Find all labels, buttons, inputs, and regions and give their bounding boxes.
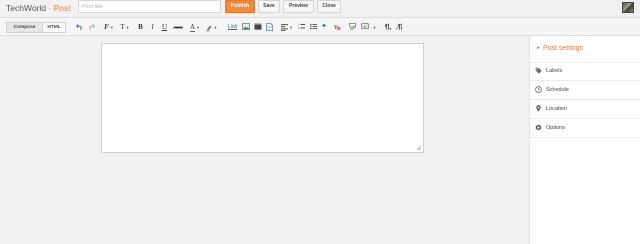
breadcrumb: TechWorld · Post — [6, 3, 71, 13]
sidebar-item-options[interactable]: Options — [530, 119, 640, 138]
gear-icon — [535, 124, 542, 131]
page-name: Post — [53, 3, 71, 13]
chevron-down-icon: ▼ — [109, 25, 114, 30]
post-settings-sidebar: ► Post settings Labels Schedule Location … — [529, 36, 640, 244]
link-button[interactable]: Link — [227, 23, 238, 32]
post-body-editor[interactable] — [101, 43, 424, 153]
redo-icon[interactable] — [87, 23, 95, 32]
font-glyph: F — [104, 23, 109, 32]
sidebar-item-label: Location — [546, 106, 567, 112]
font-size-glyph: T — [120, 23, 125, 32]
preview-button[interactable]: Preview — [283, 0, 314, 13]
chevron-down-icon: ▼ — [213, 25, 218, 30]
post-settings-header[interactable]: ► Post settings — [536, 45, 583, 52]
highlighter-icon — [205, 25, 211, 32]
chevron-down-icon: ▼ — [196, 25, 201, 30]
sidebar-item-label: Schedule — [546, 87, 569, 93]
resize-handle-icon[interactable] — [416, 145, 421, 150]
chevron-down-icon: ▼ — [125, 25, 130, 30]
svg-text:1: 1 — [298, 23, 300, 26]
bold-button[interactable]: B — [137, 23, 144, 32]
chevron-down-icon: ▼ — [289, 25, 293, 30]
underline-button[interactable]: U — [161, 23, 168, 32]
insert-video-icon[interactable] — [254, 23, 262, 32]
post-title-input[interactable] — [78, 0, 221, 13]
editor-content[interactable] — [106, 48, 419, 148]
editor-header: TechWorld · Post Publish Save Preview Cl… — [0, 0, 640, 17]
numbered-list-icon[interactable]: 12 — [297, 23, 305, 32]
align-left-icon — [281, 24, 289, 31]
avatar[interactable] — [622, 2, 634, 13]
sidebar-item-schedule[interactable]: Schedule — [530, 81, 640, 100]
italic-button[interactable]: I — [149, 23, 156, 32]
bullet-list-icon[interactable] — [309, 23, 317, 32]
close-button[interactable]: Close — [317, 0, 341, 13]
save-button[interactable]: Save — [258, 0, 280, 13]
highlight-color-dropdown[interactable]: ▼ — [204, 23, 218, 32]
font-family-dropdown[interactable]: F▼ — [102, 23, 116, 32]
breadcrumb-separator: · — [48, 3, 52, 13]
insert-image-icon[interactable] — [242, 23, 250, 32]
text-color-dropdown[interactable]: A▼ — [188, 23, 202, 33]
blog-name[interactable]: TechWorld — [6, 3, 46, 13]
left-to-right-icon[interactable] — [383, 23, 391, 32]
tab-html[interactable]: HTML — [42, 22, 66, 33]
sidebar-item-label: Labels — [546, 68, 563, 74]
sidebar-item-label: Options — [546, 125, 565, 131]
caret-right-icon: ► — [536, 45, 541, 52]
text-color-glyph: A — [189, 23, 196, 33]
formatting-toolbar: Compose HTML F▼ T▼ B I U ABC A▼ ▼ Link ▼… — [0, 17, 640, 36]
tab-compose[interactable]: Compose — [6, 22, 43, 33]
blockquote-button[interactable]: ❝ — [320, 23, 328, 32]
sidebar-item-labels[interactable]: Labels — [530, 62, 640, 81]
remove-formatting-icon[interactable]: T — [333, 23, 341, 32]
svg-text:2: 2 — [298, 27, 300, 30]
chevron-down-icon: ▼ — [372, 25, 377, 30]
input-tools-icon[interactable] — [360, 23, 369, 32]
right-to-left-icon[interactable] — [395, 23, 403, 32]
clock-icon — [535, 86, 542, 93]
alignment-dropdown[interactable]: ▼ — [281, 23, 293, 32]
location-pin-icon — [536, 105, 541, 112]
undo-icon[interactable] — [75, 23, 83, 32]
svg-text:T: T — [334, 25, 338, 31]
input-tools-dropdown[interactable]: ▼ — [371, 23, 377, 32]
publish-button[interactable]: Publish — [225, 0, 255, 13]
strikethrough-button[interactable]: ABC — [172, 23, 184, 32]
tag-icon — [535, 67, 542, 74]
insert-jump-break-icon[interactable] — [265, 23, 273, 32]
font-size-dropdown[interactable]: T▼ — [118, 23, 132, 32]
post-settings-title: Post settings — [542, 45, 584, 52]
sidebar-item-location[interactable]: Location — [530, 100, 640, 119]
spell-check-icon[interactable] — [348, 23, 356, 32]
